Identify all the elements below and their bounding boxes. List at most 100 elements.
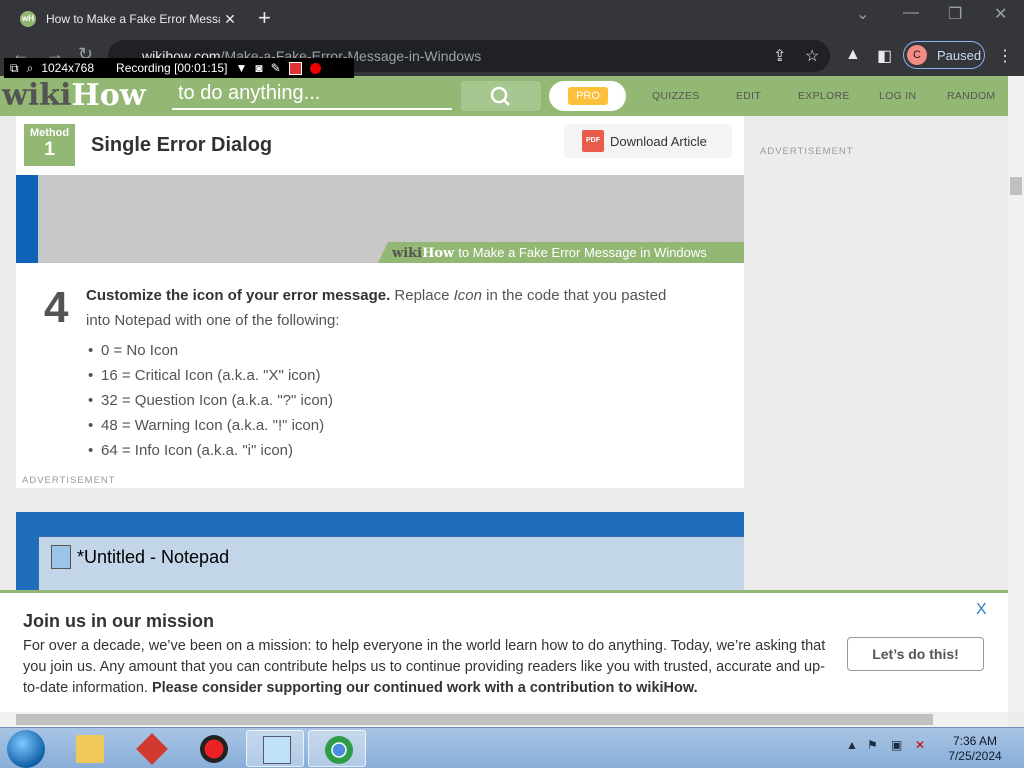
close-window-icon[interactable]: ✕ [994,4,1007,24]
show-hidden-icons-icon[interactable]: ▲ [846,738,858,752]
step-lead: Customize the icon of your error message… [86,287,391,304]
pro-button[interactable]: PRO [549,81,626,111]
minimize-icon[interactable]: — [903,4,919,22]
icon-options-list: 0 = No Icon 16 = Critical Icon (a.k.a. "… [86,338,333,463]
search-button[interactable] [461,81,541,111]
list-item: 0 = No Icon [86,338,333,363]
recorder-status: Recording [00:01:15] [116,61,228,75]
mission-body-bold: Please consider supporting our continued… [151,680,698,696]
nav-random[interactable]: RANDOM [947,90,995,102]
chrome-icon [325,736,353,764]
step-image: wikiHow to Make a Fake Error Message in W… [16,175,744,263]
method-label: Method [29,127,70,139]
notepad-title: *Untitled - Notepad [77,547,230,567]
image-caption: wikiHow to Make a Fake Error Message in W… [378,242,744,263]
nav-explore[interactable]: EXPLORE [798,90,850,102]
record-icon [200,735,228,763]
clock-date: 7/25/2024 [948,749,1002,763]
search-icon [490,86,510,106]
recorder-taskbar-button[interactable] [184,730,242,767]
mission-body: For over a decade, we’ve been on a missi… [23,636,833,699]
tab-close-icon[interactable]: ✕ [220,11,240,28]
method-number: 1 [44,139,55,160]
notepad-icon [263,736,291,764]
new-tab-icon[interactable]: + [258,5,271,31]
close-banner-icon[interactable]: X [976,601,987,619]
record-dot-icon[interactable] [309,62,321,74]
recorder-resolution: 1024x768 [41,61,95,75]
magnifier-icon[interactable]: ⌕ [27,61,34,76]
nav-edit[interactable]: EDIT [736,90,761,102]
menu-kebab-icon[interactable]: ⋮ [997,46,1013,66]
clock-time: 7:36 AM [952,734,998,748]
caption-text: to Make a Fake Error Message in Windows [458,245,707,260]
method-header: Method 1 Single Error Dialog PDF Downloa… [16,116,744,176]
notepad-taskbar-button[interactable] [246,730,304,767]
download-label: Download Article [610,133,707,149]
restore-icon[interactable]: ❐ [948,4,962,24]
clock[interactable]: 7:36 AM 7/25/2024 [935,734,1015,764]
list-item: 16 = Critical Icon (a.k.a. "X" icon) [86,363,333,388]
horizontal-scrollbar[interactable] [0,712,1008,727]
recorder-toolbar: ⧉ ⌕ 1024x768 Recording [00:01:15] ▼ ◙ ✎ [4,58,354,78]
pdf-icon: PDF [582,130,604,152]
bookmark-star-icon[interactable]: ☆ [805,46,819,66]
step-text: Customize the icon of your error message… [86,283,686,333]
wikihow-logo[interactable]: wikiHow [2,78,146,113]
notepad-icon [51,545,71,569]
avatar: C [907,45,927,65]
list-item: 32 = Question Icon (a.k.a. "?" icon) [86,388,333,413]
vertical-scrollbar[interactable] [1008,76,1024,712]
labs-flask-icon[interactable]: ▲ [845,46,861,64]
scrollbar-thumb[interactable] [16,714,933,725]
start-button[interactable] [7,730,45,768]
notepad-window: *Untitled - Notepad [38,536,744,592]
explorer-taskbar-button[interactable] [60,730,118,767]
nav-login[interactable]: LOG IN [879,90,916,102]
step-italic: Icon [453,287,482,304]
folder-icon [76,735,104,763]
sidebar-advertisement-label: ADVERTISEMENT [760,146,854,157]
share-icon[interactable]: ⇪ [773,46,786,66]
browser-tab[interactable]: wH How to Make a Fake Error Messa ✕ [8,4,248,34]
tab-search-icon[interactable]: ⌄ [856,4,869,24]
camera-icon[interactable]: ◙ [255,61,262,75]
caption-wiki: wiki [392,246,423,261]
method-badge: Method 1 [24,124,75,166]
profile-button[interactable]: C Paused [903,41,985,69]
scrollbar-thumb[interactable] [1010,177,1022,195]
pen-icon[interactable]: ✎ [271,61,281,75]
mission-heading: Join us in our mission [23,611,215,631]
method-title: Single Error Dialog [91,134,273,156]
step-card: 4 Customize the icon of your error messa… [16,263,744,488]
recorder-window-icon[interactable]: ⧉ [10,61,19,76]
profile-status: Paused [937,47,982,63]
chrome-taskbar-button[interactable] [308,730,366,767]
search-input[interactable]: to do anything... [172,82,452,110]
image-blue-edge [16,175,38,263]
recorder-dropdown-icon[interactable]: ▼ [235,61,247,75]
site-header: wikiHow to do anything... PRO QUIZZES ED… [0,76,1008,116]
side-panel-icon[interactable]: ◧ [877,46,892,66]
logo-how: How [71,78,146,113]
pro-label: PRO [568,87,608,105]
logo-wiki: wiki [2,78,72,113]
wikihow-favicon-icon: wH [20,11,36,27]
list-item: 48 = Warning Icon (a.k.a. "!" icon) [86,413,333,438]
app-taskbar-button[interactable] [122,730,180,767]
tab-title: How to Make a Fake Error Messa [46,12,220,26]
contribute-button[interactable]: Let’s do this! [847,637,984,671]
volume-muted-icon[interactable]: ✕ [915,738,925,752]
stop-recording-icon[interactable] [288,61,302,75]
red-box-icon [136,733,168,765]
advertisement-label: ADVERTISEMENT [22,475,116,486]
step-text-before: Replace [390,287,454,304]
step-number: 4 [44,283,69,332]
notepad-screenshot-image: *Untitled - Notepad [16,512,744,592]
nav-quizzes[interactable]: QUIZZES [652,90,700,102]
action-center-flag-icon[interactable]: ⚑ [867,738,878,752]
network-icon[interactable]: ▣ [891,738,902,752]
taskbar: ▲ ⚑ ▣ ✕ 7:36 AM 7/25/2024 [0,727,1024,768]
download-article-button[interactable]: PDF Download Article [564,124,732,158]
mission-banner: Join us in our mission For over a decade… [0,590,1008,712]
